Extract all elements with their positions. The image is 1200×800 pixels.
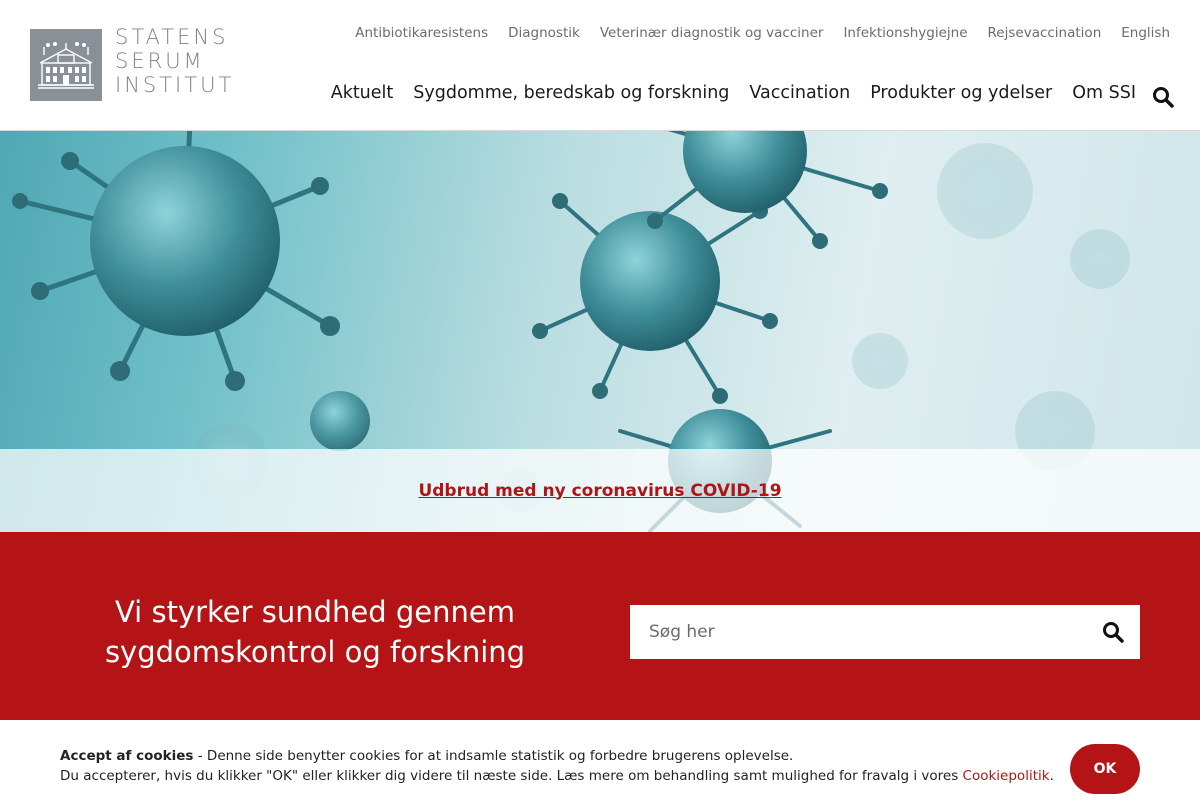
main-nav-sygdomme[interactable]: Sygdomme, beredskab og forskning xyxy=(413,83,729,103)
tagline-line-2: sygdomskontrol og forskning xyxy=(104,635,526,669)
main-nav-produkter[interactable]: Produkter og ydelser xyxy=(870,83,1052,103)
logo-line-2: SERUM xyxy=(115,49,205,73)
cookie-ok-button[interactable]: OK xyxy=(1070,744,1140,794)
utility-link-antibiotikaresistens[interactable]: Antibiotikaresistens xyxy=(355,25,488,41)
cookie-policy-link[interactable]: Cookiepolitik xyxy=(963,768,1050,784)
site-header: STATENS SERUM INSTITUT Antibiotikaresist… xyxy=(0,0,1200,131)
utility-nav: Antibiotikaresistens Diagnostik Veterinæ… xyxy=(355,25,1170,41)
main-nav-aktuelt[interactable]: Aktuelt xyxy=(331,83,394,103)
header-search-button[interactable] xyxy=(1152,86,1174,108)
cookie-title: Accept af cookies xyxy=(60,748,194,764)
search-input[interactable] xyxy=(630,605,1086,659)
utility-link-infektionshygiejne[interactable]: Infektionshygiejne xyxy=(843,25,967,41)
tagline-line-1: Vi styrker sundhed gennem xyxy=(114,595,515,629)
covid-alert-link[interactable]: Udbrud med ny coronavirus COVID-19 xyxy=(418,481,781,501)
search-icon xyxy=(1103,622,1124,643)
cookie-line-1: - Denne side benytter cookies for at ind… xyxy=(193,748,794,764)
cookie-line-2: Du accepterer, hvis du klikker "OK" elle… xyxy=(60,768,963,784)
logo-wordmark: STATENS SERUM INSTITUT xyxy=(115,25,234,97)
site-search xyxy=(630,605,1140,659)
utility-link-veterinaer[interactable]: Veterinær diagnostik og vacciner xyxy=(600,25,824,41)
utility-link-rejsevaccination[interactable]: Rejsevaccination xyxy=(988,25,1102,41)
main-nav-vaccination[interactable]: Vaccination xyxy=(749,83,850,103)
mission-tagline: Vi styrker sundhed gennem sygdomskontrol… xyxy=(60,592,570,672)
cookie-banner: Accept af cookies - Denne side benytter … xyxy=(0,720,1200,800)
site-logo[interactable]: STATENS SERUM INSTITUT xyxy=(30,25,234,101)
main-nav-om-ssi[interactable]: Om SSI xyxy=(1072,83,1136,103)
search-submit-button[interactable] xyxy=(1086,605,1140,659)
logo-line-1: STATENS xyxy=(115,25,229,49)
logo-line-3: INSTITUT xyxy=(115,73,235,97)
alert-band: Udbrud med ny coronavirus COVID-19 xyxy=(0,449,1200,532)
utility-link-diagnostik[interactable]: Diagnostik xyxy=(508,25,580,41)
utility-link-english[interactable]: English xyxy=(1121,25,1170,41)
main-nav: Aktuelt Sygdomme, beredskab og forskning… xyxy=(331,83,1136,103)
search-icon xyxy=(1153,87,1174,108)
hero-banner: Udbrud med ny coronavirus COVID-19 xyxy=(0,131,1200,532)
mission-band: Vi styrker sundhed gennem sygdomskontrol… xyxy=(0,532,1200,720)
building-logo-icon xyxy=(30,29,102,101)
cookie-period: . xyxy=(1049,768,1054,784)
cookie-message: Accept af cookies - Denne side benytter … xyxy=(60,746,1054,786)
